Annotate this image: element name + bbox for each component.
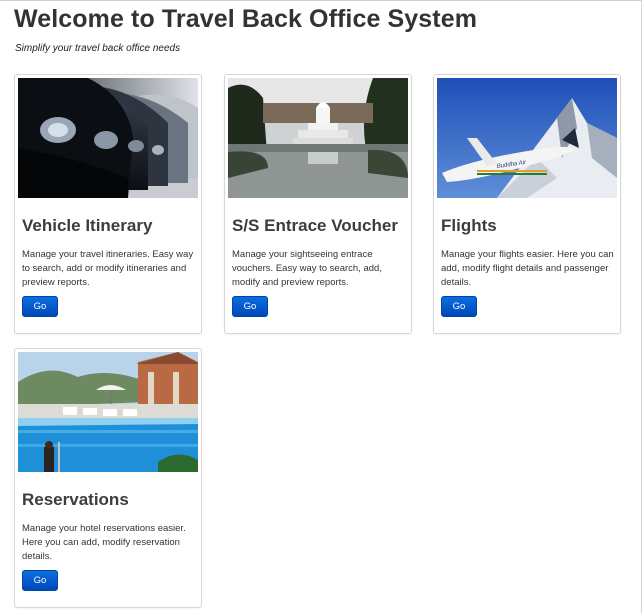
card-vehicle-itinerary: Vehicle Itinerary Manage your travel iti… xyxy=(14,74,202,334)
card-title: Flights xyxy=(441,216,497,235)
go-button-reservations[interactable]: Go xyxy=(22,570,58,591)
card-reservations: Reservations Manage your hotel reservati… xyxy=(14,348,202,608)
card-description: Manage your travel itineraries. Easy way… xyxy=(22,249,194,288)
go-button-flights[interactable]: Go xyxy=(441,296,477,317)
card-description: Manage your hotel reservations easier. H… xyxy=(22,523,186,562)
page-title: Welcome to Travel Back Office System xyxy=(14,5,478,33)
temple-lake-photo xyxy=(228,78,408,198)
airplane-mountain-photo: Buddha Air xyxy=(437,78,617,198)
card-title: Vehicle Itinerary xyxy=(22,216,153,235)
card-entrance-voucher: S/S Entrace Voucher Manage your sightsee… xyxy=(224,74,412,334)
page-subtitle: Simplify your travel back office needs xyxy=(15,43,181,54)
top-border xyxy=(0,0,642,1)
cars-photo xyxy=(18,78,198,198)
hotel-pool-photo xyxy=(18,352,198,472)
card-description: Manage your flights easier. Here you can… xyxy=(441,249,614,288)
card-flights: Buddha Air Flights Manage your flights e… xyxy=(433,74,621,334)
card-title: Reservations xyxy=(22,490,129,509)
go-button-vehicle-itinerary[interactable]: Go xyxy=(22,296,58,317)
card-title: S/S Entrace Voucher xyxy=(232,216,398,235)
card-description: Manage your sightseeing entrace vouchers… xyxy=(232,249,382,288)
go-button-entrance-voucher[interactable]: Go xyxy=(232,296,268,317)
